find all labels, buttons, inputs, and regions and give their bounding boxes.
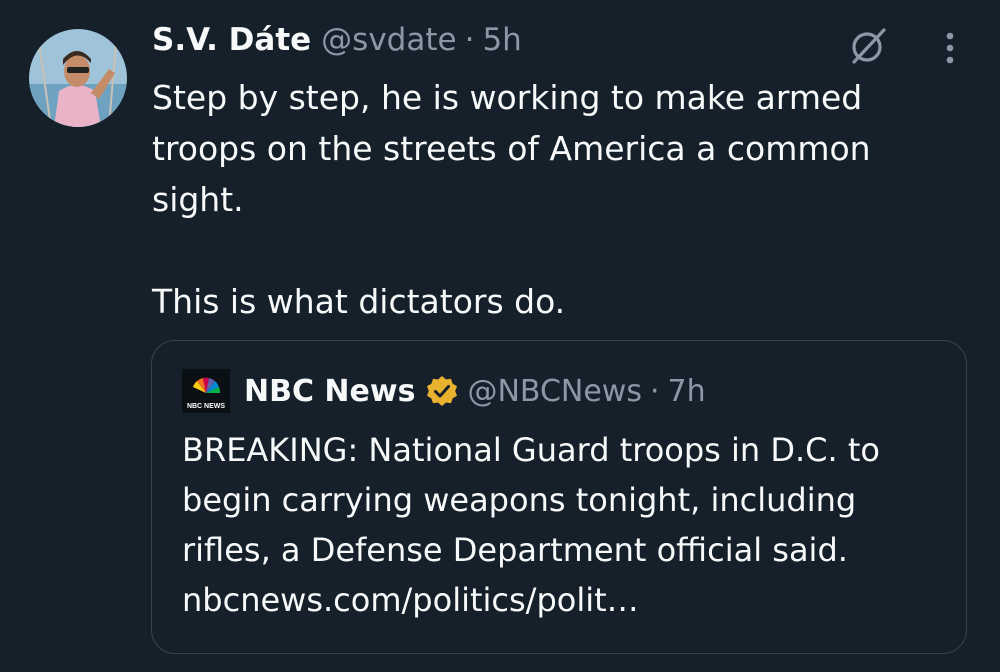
quoted-handle[interactable]: @NBCNews (467, 374, 642, 409)
tweet-body: Step by step, he is working to make arme… (152, 72, 952, 327)
quoted-separator: · (649, 373, 660, 409)
quoted-text-body: BREAKING: National Guard troops in D.C. … (182, 431, 880, 569)
quoted-tweet-header: NBC NEWS NBC News @NBCNews · 7h (182, 369, 706, 413)
tweet-timestamp[interactable]: 5h (482, 22, 521, 58)
tweet-header: S.V. Dáte @svdate · 5h (152, 22, 522, 66)
nbc-news-logo[interactable]: NBC NEWS (182, 369, 230, 413)
nbc-logo-text: NBC NEWS (187, 403, 225, 410)
header-separator: · (464, 22, 475, 58)
more-options-icon[interactable] (938, 30, 962, 66)
tweet[interactable]: S.V. Dáte @svdate · 5h Step by step, he … (0, 0, 1000, 672)
quoted-tweet-text: BREAKING: National Guard troops in D.C. … (182, 425, 942, 625)
verified-badge-icon (425, 374, 459, 408)
tweet-text-paragraph: This is what dictators do. (152, 282, 566, 321)
quoted-tweet-card[interactable]: NBC NEWS NBC News @NBCNews · 7h BREAKING… (151, 340, 967, 654)
author-handle[interactable]: @svdate (321, 22, 456, 58)
avatar[interactable] (29, 29, 127, 127)
quoted-link[interactable]: nbcnews.com/politics/polit… (182, 581, 639, 619)
quoted-timestamp[interactable]: 7h (668, 374, 706, 409)
grok-icon[interactable] (848, 26, 888, 66)
tweet-text-paragraph: Step by step, he is working to make arme… (152, 78, 871, 219)
quoted-display-name[interactable]: NBC News (244, 374, 415, 409)
author-display-name[interactable]: S.V. Dáte (152, 22, 311, 58)
